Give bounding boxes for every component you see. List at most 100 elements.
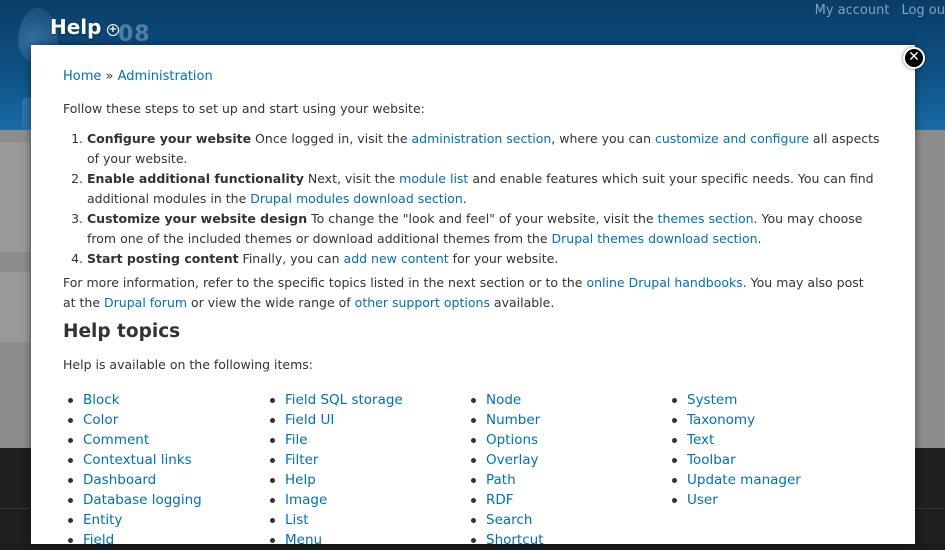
help-topic-link[interactable]: System — [687, 392, 737, 408]
help-topic-link[interactable]: Help — [285, 472, 316, 488]
drupal-forum-link[interactable]: Drupal forum — [104, 295, 187, 310]
my-account-link[interactable]: My account — [815, 3, 890, 18]
breadcrumb-administration-link[interactable]: Administration — [118, 69, 213, 84]
list-item: Update manager — [672, 470, 801, 490]
step-title: Customize your website design — [87, 211, 308, 226]
customize-and-configure-link[interactable]: customize and configure — [655, 131, 809, 146]
list-item: Field UI — [270, 410, 403, 430]
list-item: System — [672, 390, 801, 410]
help-topic-link[interactable]: Text — [687, 432, 714, 448]
help-topic-link[interactable]: Contextual links — [83, 452, 192, 468]
step-text: Finally, you can — [238, 251, 344, 266]
help-topics-column: Node Number Options Overlay Path RDF Sea… — [466, 390, 544, 550]
help-topic-link[interactable]: Update manager — [687, 472, 801, 488]
step-title: Configure your website — [87, 131, 252, 146]
online-drupal-handbooks-link[interactable]: online Drupal handbooks — [586, 275, 742, 290]
list-item: Node — [471, 390, 544, 410]
help-topic-link[interactable]: Search — [486, 512, 532, 528]
list-item: Contextual links — [68, 450, 202, 470]
more-info-text: For more information, refer to the speci… — [63, 273, 869, 313]
list-item: Dashboard — [68, 470, 202, 490]
help-topic-link[interactable]: Menu — [285, 532, 322, 548]
help-topic-link[interactable]: Comment — [83, 432, 149, 448]
background-site-name: 08 — [118, 22, 151, 47]
overlay-dialog: Home » Administration Follow these steps… — [31, 45, 915, 548]
list-item: Text — [672, 430, 801, 450]
step-customize: Customize your website design To change … — [87, 209, 893, 249]
list-item: Overlay — [471, 450, 544, 470]
step-title: Enable additional functionality — [87, 171, 304, 186]
overlay-title: Help — [50, 15, 102, 39]
help-topics-column: Field SQL storage Field UI File Filter H… — [265, 390, 403, 550]
help-topic-link[interactable]: Block — [83, 392, 120, 408]
help-topic-link[interactable]: Entity — [83, 512, 122, 528]
step-text: To change the "look and feel" of your we… — [307, 211, 658, 226]
list-item: File — [270, 430, 403, 450]
help-topic-link[interactable]: File — [285, 432, 308, 448]
list-item: List — [270, 510, 403, 530]
plus-circle-icon[interactable]: + — [107, 24, 119, 36]
step-text: , where you can — [551, 131, 655, 146]
help-topics-intro: Help is available on the following items… — [63, 357, 313, 372]
drupal-themes-download-link[interactable]: Drupal themes download section — [552, 231, 758, 246]
help-topic-link[interactable]: Color — [83, 412, 118, 428]
help-topic-link[interactable]: Overlay — [486, 452, 538, 468]
step-title: Start posting content — [87, 251, 239, 266]
step-text: Next, visit the — [303, 171, 400, 186]
list-item: Path — [471, 470, 544, 490]
list-item: RDF — [471, 490, 544, 510]
background-panel — [0, 142, 30, 252]
help-topic-link[interactable]: User — [687, 492, 718, 508]
help-topic-link[interactable]: Filter — [285, 452, 318, 468]
breadcrumb-separator: » — [101, 69, 118, 84]
drupal-modules-download-link[interactable]: Drupal modules download section — [250, 191, 463, 206]
list-item: Menu — [270, 530, 403, 550]
help-topic-link[interactable]: RDF — [486, 492, 514, 508]
help-topics-column: Block Color Comment Contextual links Das… — [63, 390, 202, 550]
list-item: Database logging — [68, 490, 202, 510]
step-enable: Enable additional functionality Next, vi… — [87, 169, 893, 209]
help-topic-link[interactable]: Image — [285, 492, 327, 508]
administration-section-link[interactable]: administration section — [412, 131, 552, 146]
step-configure: Configure your website Once logged in, v… — [87, 129, 893, 169]
help-topic-link[interactable]: Options — [486, 432, 538, 448]
setup-steps: Configure your website Once logged in, v… — [63, 129, 893, 269]
list-item: Comment — [68, 430, 202, 450]
help-topic-link[interactable]: Number — [486, 412, 540, 428]
other-support-options-link[interactable]: other support options — [355, 295, 490, 310]
help-topic-link[interactable]: Node — [486, 392, 521, 408]
help-topics-column: System Taxonomy Text Toolbar Update mana… — [667, 390, 801, 510]
module-list-link[interactable]: module list — [399, 171, 468, 186]
background-panel — [0, 272, 30, 342]
step-text: . — [757, 231, 762, 246]
list-item: Field SQL storage — [270, 390, 403, 410]
themes-section-link[interactable]: themes section — [658, 211, 754, 226]
help-topic-link[interactable]: Taxonomy — [687, 412, 755, 428]
breadcrumb-home-link[interactable]: Home — [63, 69, 101, 84]
help-topic-link[interactable]: Path — [486, 472, 516, 488]
add-new-content-link[interactable]: add new content — [344, 251, 449, 266]
help-topic-link[interactable]: Dashboard — [83, 472, 156, 488]
intro-text: Follow these steps to set up and start u… — [63, 101, 425, 116]
list-item: User — [672, 490, 801, 510]
list-item: Block — [68, 390, 202, 410]
help-topic-link[interactable]: Field — [83, 532, 114, 548]
help-topic-link[interactable]: Shortcut — [486, 532, 544, 548]
help-topic-link[interactable]: Field UI — [285, 412, 334, 428]
background-user-menu: My account Log ou — [803, 3, 945, 18]
help-topic-link[interactable]: Field SQL storage — [285, 392, 403, 408]
help-topic-link[interactable]: Toolbar — [687, 452, 736, 468]
list-item: Options — [471, 430, 544, 450]
list-item: Color — [68, 410, 202, 430]
step-text: for your website. — [448, 251, 559, 266]
more-info-fragment: available. — [489, 295, 555, 310]
list-item: Toolbar — [672, 450, 801, 470]
step-posting: Start posting content Finally, you can a… — [87, 249, 893, 269]
list-item: Image — [270, 490, 403, 510]
more-info-fragment: or view the wide range of — [187, 295, 355, 310]
help-topic-link[interactable]: Database logging — [83, 492, 202, 508]
help-topic-link[interactable]: List — [285, 512, 309, 528]
close-icon[interactable]: ✕ — [903, 47, 925, 69]
step-text: . — [462, 191, 467, 206]
log-out-link[interactable]: Log ou — [901, 3, 945, 18]
